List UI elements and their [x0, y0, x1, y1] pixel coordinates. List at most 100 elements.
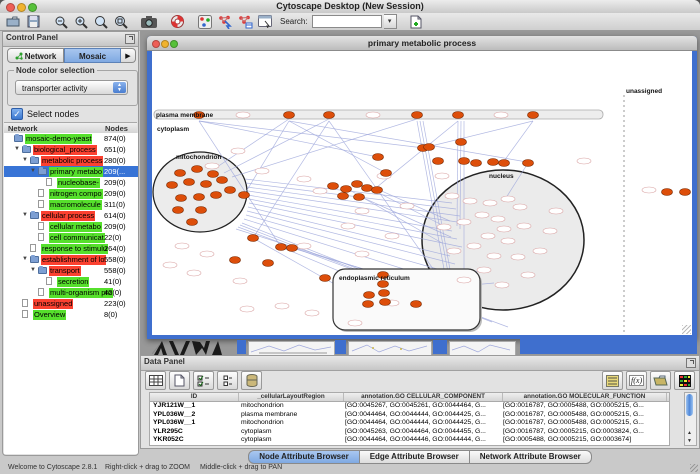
tree-row[interactable]: ▼transport558(0)	[4, 265, 138, 276]
tree-row[interactable]: nucleobase-209(0)	[4, 177, 138, 188]
background-window-edge[interactable]	[520, 339, 697, 354]
tree-row[interactable]: nitrogen compo209(0)	[4, 188, 138, 199]
tree-row[interactable]: secretion41(0)	[4, 276, 138, 287]
tab-overflow-arrow[interactable]: ▶	[121, 48, 136, 63]
zoom-fit-icon[interactable]	[92, 14, 110, 30]
app-resize-grip[interactable]	[690, 464, 698, 472]
tree-row[interactable]: ▼biological_process651(0)	[4, 144, 138, 155]
column-header[interactable]: _cellularLayoutRegion	[239, 393, 344, 401]
tree-row-label[interactable]: nucleobase-	[57, 178, 100, 188]
expander-icon[interactable]: ▼	[22, 155, 28, 166]
tree-row[interactable]: macromolecule311(0)	[4, 199, 138, 210]
network-graph[interactable]: plasma membranecytoplasmmitochondrionnuc…	[152, 51, 692, 335]
table-row[interactable]: YPL036W__2plasma membrane[GO:0044464, GO…	[150, 411, 669, 420]
tree-row-label[interactable]: cellular metabo	[49, 222, 102, 232]
tree-row[interactable]: ▼metabolic process280(0)	[4, 155, 138, 166]
tree-row-label[interactable]: Overview	[33, 310, 66, 320]
table-scrollbar[interactable]: ▲ ▼	[684, 392, 697, 446]
tree-row[interactable]: mosaic-demo-yeast874(0)	[4, 133, 138, 144]
import-network-icon[interactable]	[216, 14, 234, 30]
expander-icon[interactable]: ▼	[30, 265, 36, 276]
tree-row[interactable]: ▼primary metabo209(...	[4, 166, 138, 177]
attribute-table-icon[interactable]	[145, 371, 166, 390]
tab-network-attribute-browser[interactable]: Network Attribute Browser	[470, 450, 592, 464]
tree-row-label[interactable]: macromolecule	[49, 200, 102, 210]
float-panel-icon[interactable]	[125, 34, 135, 44]
zoom-selected-icon[interactable]	[112, 14, 130, 30]
select-nodes-checkbox[interactable]: ✓	[11, 108, 23, 120]
select-attributes-icon[interactable]	[193, 371, 214, 390]
table-row[interactable]: YJR121W__1mitochondrion[GO:0045267, GO:0…	[150, 402, 669, 411]
background-network-thumbnail[interactable]	[449, 341, 516, 355]
float-panel-icon[interactable]	[686, 358, 696, 368]
tree-row[interactable]: response to stimulu264(0)	[4, 243, 138, 254]
tree-row[interactable]: ▼establishment of lo558(0)	[4, 254, 138, 265]
background-network-thumbnail[interactable]	[348, 341, 432, 355]
tree-row-label[interactable]: response to stimulu	[41, 244, 108, 254]
unselect-attributes-icon[interactable]	[217, 371, 238, 390]
tree-row-label[interactable]: secretion	[57, 277, 89, 287]
tree-row-label[interactable]: nitrogen compo	[49, 189, 103, 199]
attribute-table[interactable]: ID_cellularLayoutRegionannotation.GO CEL…	[149, 392, 670, 446]
tree-row-label[interactable]: establishment of lo	[41, 255, 106, 265]
tree-row-label[interactable]: primary metabo	[49, 167, 103, 177]
column-header[interactable]: ID	[150, 393, 239, 401]
node-color-dropdown[interactable]: transporter activity ▲▼	[15, 80, 128, 95]
delete-attribute-icon[interactable]	[241, 371, 262, 390]
scroll-up-icon[interactable]: ▲	[685, 429, 694, 437]
table-row[interactable]: YKR052Ccytoplasm[GO:0044464, GO:0044446,…	[150, 436, 669, 445]
open-icon[interactable]	[4, 14, 22, 30]
matrix-icon[interactable]	[674, 371, 695, 390]
tree-row[interactable]: ▼cellular process614(0)	[4, 210, 138, 221]
tree-row-label[interactable]: transport	[49, 266, 81, 276]
expander-icon[interactable]: ▼	[22, 210, 28, 221]
tree-row[interactable]: cellular metabo209(0)	[4, 221, 138, 232]
attribute-list-icon[interactable]	[602, 371, 623, 390]
column-header[interactable]: annotation.GO CELLULAR_COMPONENT	[344, 393, 503, 401]
background-window-edge[interactable]	[237, 340, 246, 354]
new-document-icon[interactable]	[407, 14, 425, 30]
tab-mosaic[interactable]: Mosaic	[64, 48, 121, 63]
tree-row-label[interactable]: cell communicat	[49, 233, 105, 243]
expander-icon[interactable]: ▼	[30, 166, 36, 177]
app-titlebar[interactable]: Cytoscape Desktop (New Session)	[0, 0, 700, 14]
tree-row-label[interactable]: unassigned	[33, 299, 73, 309]
import-attributes-icon[interactable]	[650, 371, 671, 390]
filter-window-icon[interactable]	[256, 14, 274, 30]
search-dropdown-icon[interactable]: ▾	[384, 14, 397, 29]
window-resize-grip[interactable]	[682, 325, 691, 334]
expander-icon[interactable]: ▼	[14, 144, 20, 155]
tree-row-label[interactable]: cellular process	[41, 211, 95, 221]
network-canvas[interactable]: plasma membranecytoplasmmitochondrionnuc…	[152, 51, 692, 335]
background-network-thumbnail[interactable]	[248, 341, 335, 355]
tree-row[interactable]: Overview8(0)	[4, 309, 138, 320]
zoom-in-icon[interactable]	[72, 14, 90, 30]
tree-row-label[interactable]: metabolic process	[41, 156, 103, 166]
new-attribute-icon[interactable]	[169, 371, 190, 390]
tree-row[interactable]: cell communicat22(0)	[4, 232, 138, 243]
help-icon[interactable]	[168, 14, 186, 30]
scrollbar-thumb[interactable]	[686, 394, 693, 416]
table-row[interactable]: YLR295Ccytoplasm[GO:0045263, GO:0044464,…	[150, 428, 669, 437]
tab-node-attribute-browser[interactable]: Node Attribute Browser	[248, 450, 360, 464]
network-window-titlebar[interactable]: primary metabolic process	[147, 36, 697, 51]
column-header[interactable]: annotation.GO MOLECULAR_FUNCTION	[503, 393, 667, 401]
tree-row-label[interactable]: biological_process	[33, 145, 97, 155]
background-window-edge[interactable]	[335, 340, 346, 354]
save-icon[interactable]	[24, 14, 42, 30]
search-input[interactable]	[312, 15, 382, 28]
table-row[interactable]: YPL036W__1mitochondrion[GO:0044464, GO:0…	[150, 419, 669, 428]
background-window-edge[interactable]	[433, 340, 447, 354]
function-builder-icon[interactable]: f(x)	[626, 371, 647, 390]
zoom-out-icon[interactable]	[52, 14, 70, 30]
network-view-window[interactable]: primary metabolic process plasma membran…	[147, 36, 697, 339]
tree-row[interactable]: multi-organism pro42(0)	[4, 287, 138, 298]
vizmapper-icon[interactable]	[196, 14, 214, 30]
tree-row[interactable]: unassigned223(0)	[4, 298, 138, 309]
import-table-icon[interactable]	[236, 14, 254, 30]
tab-network[interactable]: Network	[7, 48, 64, 63]
snapshot-icon[interactable]	[140, 14, 158, 30]
table-row[interactable]: YDR039C__1mitochondrion[GO:0044464, GO:0…	[150, 445, 669, 446]
tree-row-label[interactable]: mosaic-demo-yeast	[25, 134, 92, 144]
scroll-down-icon[interactable]: ▼	[685, 437, 694, 445]
